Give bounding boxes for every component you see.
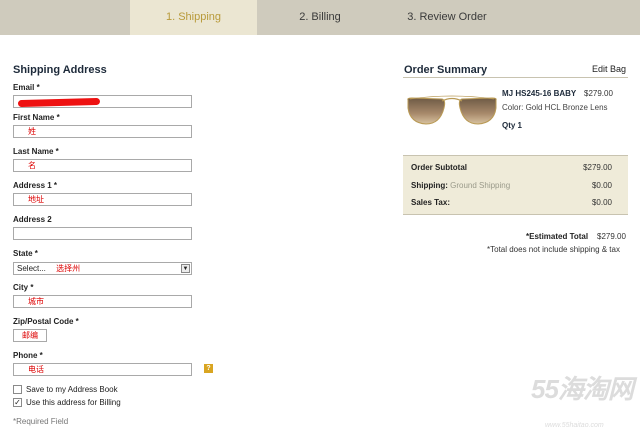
first-name-label: First Name *: [13, 113, 60, 122]
city-label: City *: [13, 283, 34, 292]
state-select-value: Select...: [17, 264, 46, 273]
zip-label: Zip/Postal Code *: [13, 317, 79, 326]
address1-label: Address 1 *: [13, 181, 58, 190]
save-address-checkbox[interactable]: [13, 385, 22, 394]
last-name-label: Last Name *: [13, 147, 59, 156]
step-billing[interactable]: 2. Billing: [282, 0, 358, 35]
phone-label: Phone *: [13, 351, 43, 360]
step-review-order[interactable]: 3. Review Order: [398, 0, 496, 35]
help-icon[interactable]: ?: [204, 364, 213, 373]
state-select[interactable]: Select... 选择州 ▼: [13, 262, 192, 275]
estimated-total-value: $279.00: [597, 232, 626, 241]
subtotal-row: Order Subtotal $279.00: [411, 163, 612, 172]
use-for-billing-checkbox[interactable]: ✓: [13, 398, 22, 407]
summary-divider: [403, 77, 628, 78]
shipping-address-heading: Shipping Address: [13, 64, 107, 76]
sales-tax-value: $0.00: [591, 198, 612, 207]
shipping-cost-value: $0.00: [591, 181, 612, 190]
state-select-note: 选择州: [56, 264, 81, 273]
subtotal-label: Order Subtotal: [411, 163, 468, 172]
tax-row: Sales Tax: $0.00: [411, 198, 612, 207]
address2-field[interactable]: [13, 227, 192, 240]
save-address-label[interactable]: Save to my Address Book: [26, 385, 118, 394]
sales-tax-label: Sales Tax:: [411, 198, 450, 207]
step-shipping[interactable]: 1. Shipping: [130, 0, 257, 35]
watermark-url: www.55haitao.com: [545, 422, 604, 429]
product-price: $279.00: [584, 89, 613, 98]
product-name[interactable]: MJ HS245-16 BABY: [502, 89, 576, 98]
edit-bag-link[interactable]: Edit Bag: [592, 64, 626, 74]
total-disclaimer: *Total does not include shipping & tax: [487, 245, 620, 254]
use-for-billing-label[interactable]: Use this address for Billing: [26, 398, 121, 407]
first-name-field[interactable]: [13, 125, 192, 138]
checkout-steps: 1. Shipping 2. Billing 3. Review Order: [0, 0, 640, 35]
last-name-field[interactable]: [13, 159, 192, 172]
shipping-cost-label: Shipping:: [411, 181, 448, 190]
estimated-total-label: *Estimated Total: [526, 232, 589, 241]
address1-field[interactable]: [13, 193, 192, 206]
shipping-method: Ground Shipping: [450, 181, 511, 190]
watermark-logo: 55海淘网: [531, 374, 634, 404]
product-qty: Qty 1: [502, 121, 523, 130]
sunglasses-product-image: [407, 95, 497, 125]
email-label: Email *: [13, 83, 40, 92]
subtotal-value: $279.00: [583, 163, 612, 172]
chevron-down-icon[interactable]: ▼: [181, 264, 190, 273]
required-field-note: *Required Field: [13, 417, 69, 426]
state-label: State *: [13, 249, 38, 258]
totals-box: Order Subtotal $279.00 Shipping: Ground …: [403, 155, 628, 215]
city-field[interactable]: [13, 295, 192, 308]
phone-field[interactable]: [13, 363, 192, 376]
address2-label: Address 2: [13, 215, 52, 224]
order-summary-heading: Order Summary: [404, 64, 488, 76]
product-color: Color: Gold HCL Bronze Lens: [502, 103, 608, 112]
shipping-row: Shipping: Ground Shipping $0.00: [411, 181, 612, 190]
zip-field[interactable]: [13, 329, 47, 342]
